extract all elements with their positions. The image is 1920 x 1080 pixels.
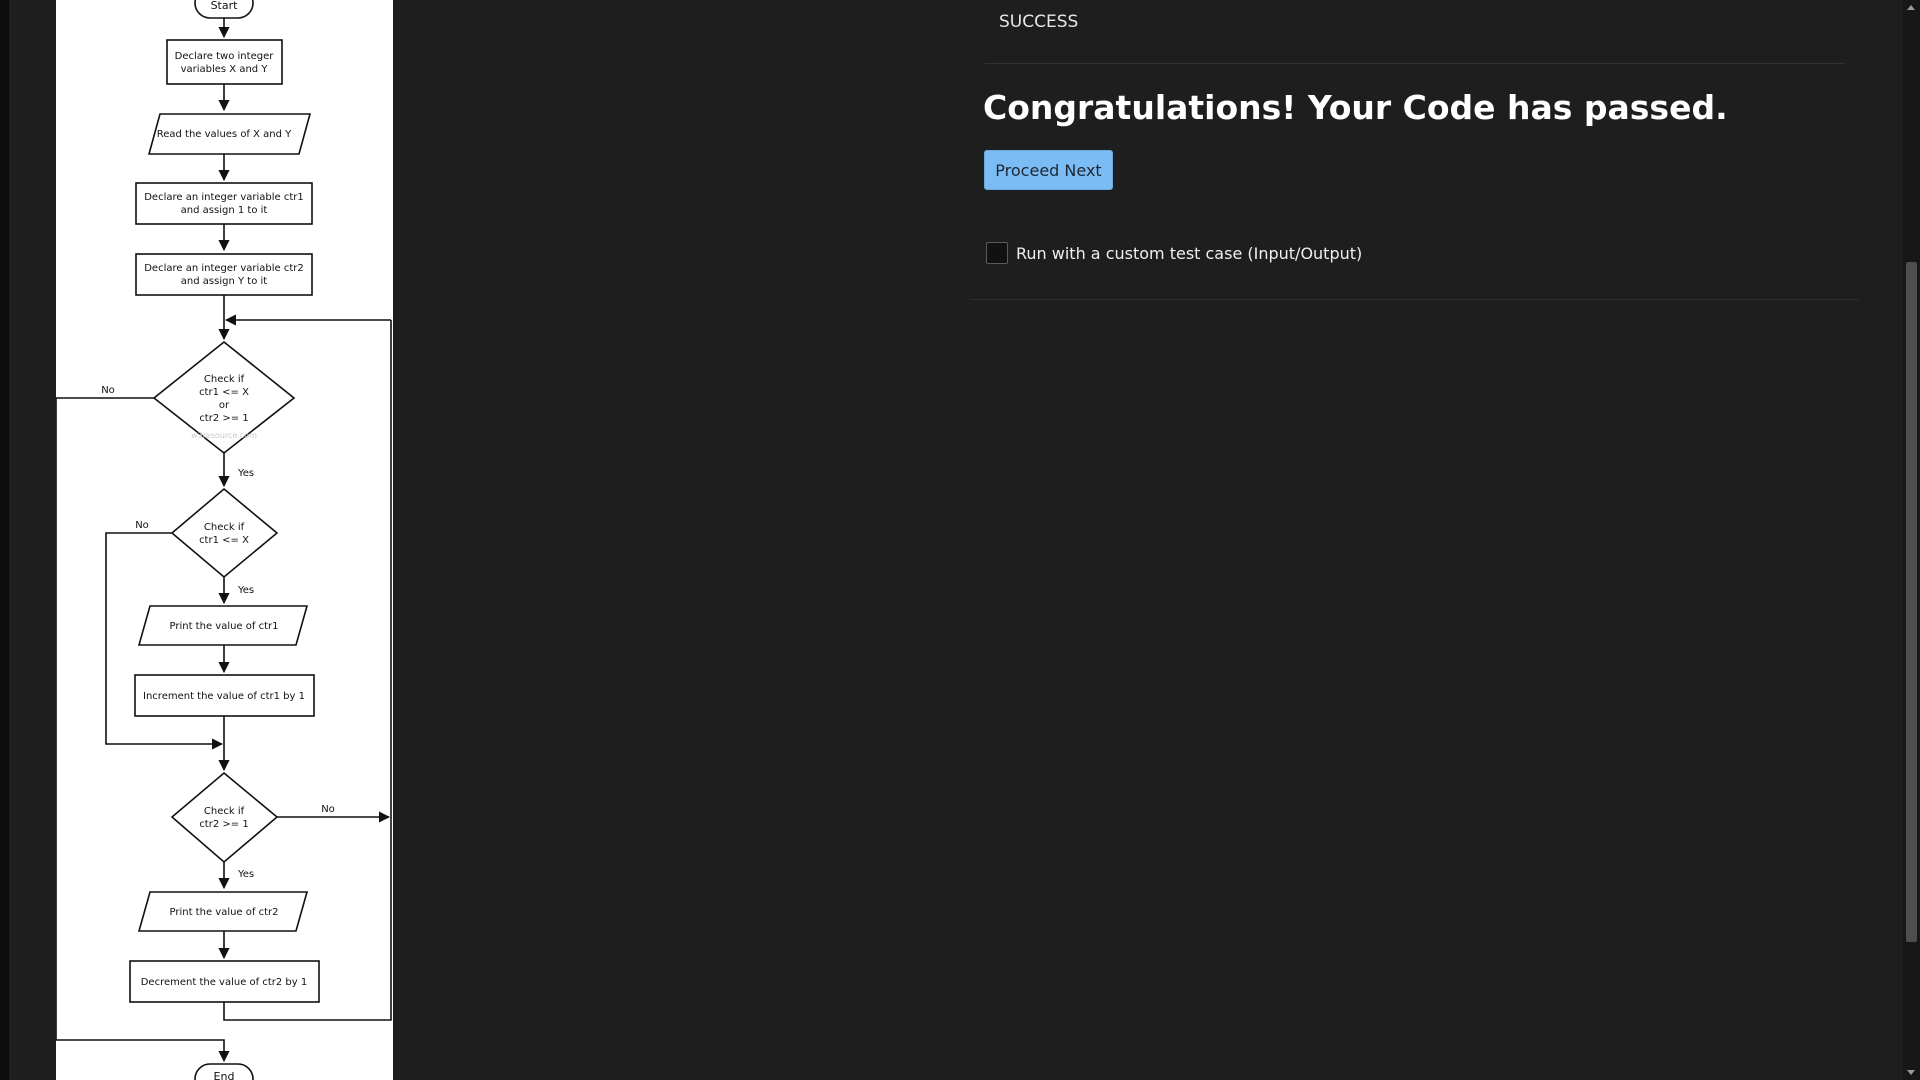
flow-check-ctr1-line2: ctr1 <= X	[199, 535, 249, 546]
custom-test-label: Run with a custom test case (Input/Outpu…	[1016, 243, 1363, 263]
flow-check1-yes-label: Yes	[237, 585, 254, 596]
result-panel: SUCCESS Congratulations! Your Code has p…	[970, 0, 1865, 310]
flow-print-ctr1-label: Print the value of ctr1	[170, 621, 279, 632]
flow-check2-yes-label: Yes	[237, 869, 254, 880]
flow-watermark: w3resource.com	[191, 431, 257, 440]
custom-test-checkbox[interactable]	[986, 242, 1008, 264]
scroll-up-icon[interactable]	[1907, 5, 1915, 10]
flow-check-loop-line4: ctr2 >= 1	[199, 413, 248, 424]
flow-check-loop-line1: Check if	[204, 374, 245, 385]
flow-print-ctr2-label: Print the value of ctr2	[170, 907, 279, 918]
flow-declare-ctr1-line2: and assign 1 to it	[181, 205, 268, 216]
flow-check1-no-label: No	[135, 520, 149, 531]
scrollbar-thumb[interactable]	[1906, 262, 1917, 942]
flow-check-ctr2-line2: ctr2 >= 1	[199, 819, 248, 830]
flow-check-loop-line3: or	[219, 400, 230, 411]
page: Start Declare two integer variables X an…	[0, 0, 1920, 1080]
flow-loop-yes-label: Yes	[237, 468, 254, 479]
flow-check-loop-line2: ctr1 <= X	[199, 387, 249, 398]
flow-print-ctr2: Print the value of ctr2	[137, 891, 309, 932]
divider-bottom	[970, 299, 1860, 300]
custom-test-toggle[interactable]: Run with a custom test case (Input/Outpu…	[986, 240, 1362, 266]
flow-check-ctr2: Check if ctr2 >= 1	[170, 771, 279, 864]
flow-check-ctr1: Check if ctr1 <= X	[170, 487, 279, 579]
flow-decrement-ctr2: Decrement the value of ctr2 by 1	[129, 960, 320, 1003]
flow-increment-ctr1: Increment the value of ctr1 by 1	[134, 674, 315, 717]
flowchart-diagram: Start Declare two integer variables X an…	[56, 0, 392, 1080]
scroll-down-icon[interactable]	[1907, 1070, 1915, 1075]
flow-read-xy-label: Read the values of X and Y	[157, 129, 292, 140]
flow-read-xy: Read the values of X and Y	[147, 113, 312, 155]
flow-declare-ctr1-line1: Declare an integer variable ctr1	[144, 192, 304, 203]
flow-end-node: End	[194, 1063, 254, 1080]
flow-print-ctr1: Print the value of ctr1	[137, 605, 309, 646]
success-headline: Congratulations! Your Code has passed.	[983, 88, 1728, 127]
flow-declare-ctr1: Declare an integer variable ctr1 and ass…	[135, 182, 313, 225]
flow-declare-xy: Declare two integer variables X and Y	[166, 39, 283, 85]
flow-check-ctr2-line1: Check if	[204, 806, 245, 817]
flow-declare-xy-line1: Declare two integer	[175, 51, 275, 62]
flow-check-ctr1-line1: Check if	[204, 522, 245, 533]
flow-check-loop: Check if ctr1 <= X or ctr2 >= 1 w3resour…	[152, 340, 296, 455]
flow-check2-no-label: No	[321, 804, 335, 815]
flowchart-panel: Start Declare two integer variables X an…	[56, 0, 393, 1080]
flow-declare-ctr2: Declare an integer variable ctr2 and ass…	[135, 253, 313, 296]
vertical-scrollbar[interactable]	[1903, 0, 1920, 1080]
flow-increment-ctr1-label: Increment the value of ctr1 by 1	[143, 691, 305, 702]
left-edge-strip	[0, 0, 9, 1080]
proceed-next-button[interactable]: Proceed Next	[984, 150, 1113, 190]
flow-start-label: Start	[211, 0, 239, 12]
flow-end-label: End	[214, 1070, 235, 1080]
status-text: SUCCESS	[999, 12, 1079, 32]
flow-decrement-ctr2-label: Decrement the value of ctr2 by 1	[141, 977, 308, 988]
flow-declare-ctr2-line1: Declare an integer variable ctr2	[144, 263, 304, 274]
divider	[985, 63, 1845, 64]
flow-start-node: Start	[194, 0, 254, 19]
flow-declare-xy-line2: variables X and Y	[181, 64, 269, 75]
flow-declare-ctr2-line2: and assign Y to it	[181, 276, 267, 287]
flow-loop-no-label: No	[101, 385, 115, 396]
